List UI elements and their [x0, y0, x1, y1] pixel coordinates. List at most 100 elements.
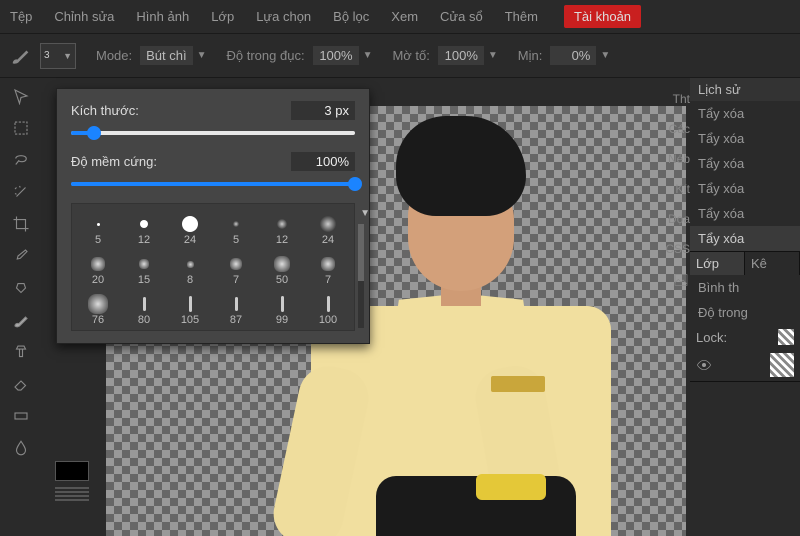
mini-tab-3[interactable]: Kít [675, 182, 690, 196]
history-row[interactable]: Tẩy xóa [690, 201, 800, 226]
menu-image[interactable]: Hình ảnh [136, 9, 189, 24]
move-tool[interactable] [6, 82, 36, 110]
history-tab[interactable]: Lịch sử [690, 78, 800, 101]
mini-tab-1[interactable]: Các [669, 122, 690, 136]
brush-preset[interactable]: 5 [214, 208, 258, 246]
brush-preset[interactable]: 20 [76, 248, 120, 286]
mini-tab-0[interactable]: Tht [673, 92, 690, 106]
brush-chip-size: 3 [44, 50, 50, 61]
blur-value: 100% [438, 46, 484, 65]
brush-preset[interactable]: 7 [306, 248, 350, 286]
eraser-tool[interactable] [6, 370, 36, 398]
brush-preset[interactable]: 80 [122, 288, 166, 326]
size-slider[interactable] [71, 126, 355, 138]
history-row[interactable]: Tẩy xóa [690, 151, 800, 176]
brush-icon [10, 45, 32, 67]
right-panels: Tht Các Néb Kít Đọa CSS Lịch sử Tẩy xóa … [690, 78, 800, 518]
layer-opacity-label: Độ trong [690, 300, 800, 325]
mini-tabs: Tht Các Néb Kít Đọa CSS [654, 92, 690, 291]
brush-preset[interactable]: 100 [306, 288, 350, 326]
tool-options-bar: 3 ▼ Mode: Bút chì ▼ Độ trong đục: 100% ▼… [0, 34, 800, 78]
blend-mode-select[interactable]: Bình th [690, 275, 800, 300]
chevron-down-icon: ▼ [363, 50, 373, 61]
menu-bar: Tệp Chỉnh sửa Hình ảnh Lớp Lựa chọn Bộ l… [0, 0, 800, 34]
chevron-down-icon: ▼ [63, 51, 72, 61]
layers-panel: Lớp Kê Bình th Độ trong Lock: [690, 252, 800, 382]
foreground-color[interactable] [55, 461, 89, 481]
menu-layer[interactable]: Lớp [211, 9, 234, 24]
brush-settings-popup: Kích thước: 3 px Độ mềm cứng: 100% ▼ 512… [56, 88, 370, 344]
menu-more[interactable]: Thêm [505, 9, 538, 24]
account-button[interactable]: Tài khoản [564, 5, 641, 28]
brush-preset[interactable]: 5 [76, 208, 120, 246]
chevron-down-icon: ▼ [600, 50, 610, 61]
crop-tool[interactable] [6, 210, 36, 238]
chevron-down-icon: ▼ [488, 50, 498, 61]
image-icon[interactable] [672, 272, 690, 291]
brush-preset[interactable]: 8 [168, 248, 212, 286]
brush-preset[interactable]: 99 [260, 288, 304, 326]
menu-select[interactable]: Lựa chọn [256, 9, 311, 24]
hardness-label: Độ mềm cứng: [71, 154, 157, 169]
opacity-value: 100% [313, 46, 359, 65]
menu-filter[interactable]: Bộ lọc [333, 9, 369, 24]
mode-label: Mode: [96, 48, 132, 63]
mini-tab-5[interactable]: CSS [665, 242, 690, 256]
marquee-tool[interactable] [6, 114, 36, 142]
gradient-tool[interactable] [6, 402, 36, 430]
brush-preset[interactable]: 15 [122, 248, 166, 286]
mini-tab-2[interactable]: Néb [668, 152, 690, 166]
tools-panel [0, 78, 42, 462]
layer-thumb[interactable] [770, 353, 794, 377]
mini-tab-4[interactable]: Đọa [668, 212, 690, 226]
presets-scrollbar[interactable] [358, 224, 364, 328]
eye-icon[interactable] [696, 357, 712, 373]
mode-value: Bút chì [140, 46, 192, 65]
swatch-options-icon[interactable] [55, 487, 89, 501]
brush-presets-grid: ▼ 512245122420158750776801058799100 [71, 203, 355, 331]
brush-preset[interactable]: 24 [306, 208, 350, 246]
blur-label: Mờ tố: [392, 48, 429, 63]
presets-menu-icon[interactable]: ▼ [360, 208, 370, 219]
brush-preset[interactable]: 24 [168, 208, 212, 246]
chevron-down-icon: ▼ [197, 50, 207, 61]
lock-label: Lock: [696, 330, 727, 345]
menu-file[interactable]: Tệp [10, 9, 32, 24]
heal-tool[interactable] [6, 274, 36, 302]
wand-tool[interactable] [6, 178, 36, 206]
history-row[interactable]: Tẩy xóa [690, 126, 800, 151]
brush-preset[interactable]: 12 [260, 208, 304, 246]
brush-size-chip[interactable]: 3 ▼ [40, 43, 76, 69]
brush-tool[interactable] [6, 306, 36, 334]
brush-preset[interactable]: 12 [122, 208, 166, 246]
hardness-input[interactable]: 100% [291, 152, 355, 171]
hardness-slider[interactable] [71, 177, 355, 189]
menu-edit[interactable]: Chỉnh sửa [54, 9, 114, 24]
history-panel: Lịch sử Tẩy xóa Tẩy xóa Tẩy xóa Tẩy xóa … [690, 78, 800, 252]
opacity-select[interactable]: 100% ▼ [313, 46, 373, 65]
smooth-select[interactable]: 0% ▼ [550, 46, 610, 65]
brush-preset[interactable]: 50 [260, 248, 304, 286]
brush-preset[interactable]: 76 [76, 288, 120, 326]
lock-transparency-icon[interactable] [778, 329, 794, 345]
mode-select[interactable]: Bút chì ▼ [140, 46, 206, 65]
history-row[interactable]: Tẩy xóa [690, 226, 800, 251]
blur-tool[interactable] [6, 434, 36, 462]
clone-tool[interactable] [6, 338, 36, 366]
brush-preset[interactable]: 105 [168, 288, 212, 326]
size-label: Kích thước: [71, 103, 139, 118]
brush-preset[interactable]: 7 [214, 248, 258, 286]
color-swatches [42, 457, 102, 517]
brush-preset[interactable]: 87 [214, 288, 258, 326]
opacity-label: Độ trong đục: [227, 48, 305, 63]
eyedropper-tool[interactable] [6, 242, 36, 270]
history-row[interactable]: Tẩy xóa [690, 176, 800, 201]
tab-channels[interactable]: Kê [745, 252, 800, 275]
blur-select[interactable]: 100% ▼ [438, 46, 498, 65]
menu-view[interactable]: Xem [391, 9, 418, 24]
menu-window[interactable]: Cửa sổ [440, 9, 483, 24]
size-input[interactable]: 3 px [291, 101, 355, 120]
lasso-tool[interactable] [6, 146, 36, 174]
history-row[interactable]: Tẩy xóa [690, 101, 800, 126]
tab-layers[interactable]: Lớp [690, 252, 745, 275]
